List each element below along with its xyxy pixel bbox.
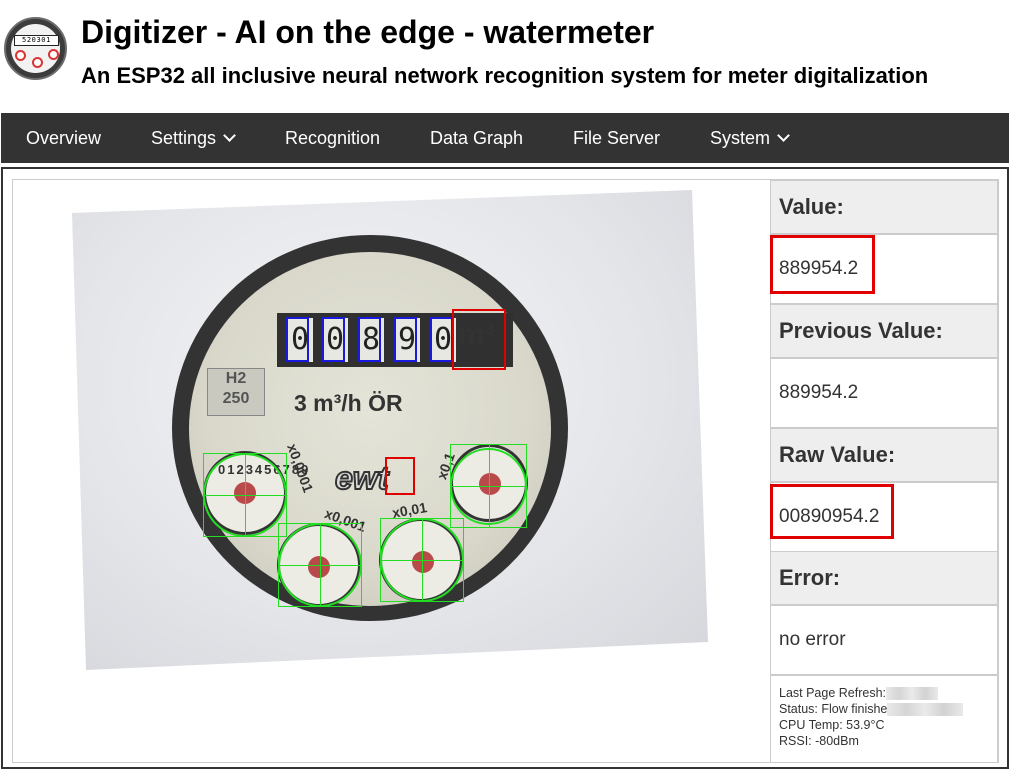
digit-roi <box>358 317 381 362</box>
values-panel: Value: 889954.2 Previous Value: 889954.2… <box>770 179 999 763</box>
chevron-down-icon <box>223 129 236 142</box>
cpu-temp-line: CPU Temp: 53.9°C <box>779 718 885 732</box>
meter-face <box>189 252 551 606</box>
previous-value-label: Previous Value: <box>770 304 998 358</box>
page-header: 520301 Digitizer - AI on the edge - wate… <box>0 0 1013 112</box>
raw-value-highlight <box>770 484 894 539</box>
logo-digits: 520301 <box>14 35 59 46</box>
digit-roi <box>322 317 345 362</box>
redacted-value <box>886 687 939 701</box>
main-nav: Overview Settings Recognition Data Graph… <box>1 113 1009 163</box>
brand-label: ewt <box>334 459 389 497</box>
meter-plate: H2 250 <box>207 368 265 416</box>
value-label: Value: <box>770 180 998 234</box>
analog-roi-circle <box>380 518 464 602</box>
nav-item-file-server[interactable]: File Server <box>573 113 660 163</box>
alignment-marker-roi <box>385 457 415 495</box>
analog-roi-circle <box>203 453 287 537</box>
alignment-marker-roi <box>452 309 506 370</box>
nav-item-data-graph[interactable]: Data Graph <box>430 113 523 163</box>
page-subtitle: An ESP32 all inclusive neural network re… <box>81 63 929 88</box>
nav-item-recognition[interactable]: Recognition <box>285 113 380 163</box>
last-refresh-line: Last Page Refresh: <box>779 686 939 701</box>
watermeter-logo-icon: 520301 <box>4 17 67 80</box>
digit-roi <box>430 317 453 362</box>
page-title: Digitizer - AI on the edge - watermeter <box>81 14 655 50</box>
status-line: Status: Flow finishe <box>779 702 964 717</box>
raw-value-label: Raw Value: <box>770 428 998 482</box>
status-info: Last Page Refresh: Status: Flow finishe … <box>770 675 998 763</box>
nav-item-settings[interactable]: Settings <box>151 113 236 163</box>
nav-item-overview[interactable]: Overview <box>26 113 101 163</box>
error-field: no error <box>770 605 998 675</box>
flow-rating-label: 3 m³/h ÖR <box>294 390 403 416</box>
redacted-value <box>887 703 964 717</box>
previous-value-field: 889954.2 <box>770 358 998 428</box>
digit-roi <box>286 317 309 362</box>
nav-item-system[interactable]: System <box>710 113 790 163</box>
value-highlight <box>770 235 875 294</box>
rssi-line: RSSI: -80dBm <box>779 734 859 748</box>
analog-roi-circle <box>278 523 362 607</box>
chevron-down-icon <box>777 129 790 142</box>
digit-roi <box>394 317 417 362</box>
error-label: Error: <box>770 551 998 605</box>
analog-roi-circle <box>450 448 527 525</box>
